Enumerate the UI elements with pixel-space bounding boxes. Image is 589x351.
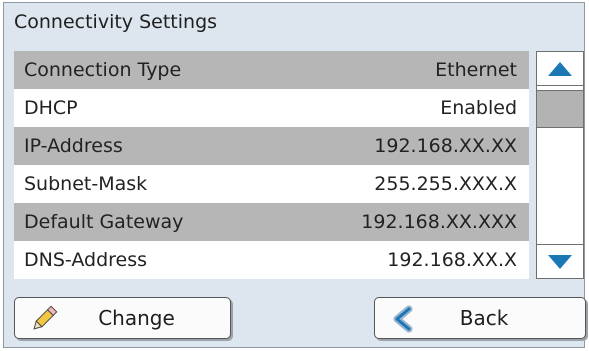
row-value: 192.168.XX.XXX [361, 211, 517, 233]
settings-row-default-gateway[interactable]: Default Gateway 192.168.XX.XXX [14, 203, 529, 241]
settings-row-connection-type[interactable]: Connection Type Ethernet [14, 51, 529, 89]
row-label: IP-Address [24, 135, 123, 157]
connectivity-settings-panel: Connectivity Settings Connection Type Et… [3, 2, 586, 348]
triangle-up-icon [548, 61, 572, 76]
row-value: 255.255.XXX.X [374, 173, 517, 195]
back-button-label: Back [459, 306, 509, 330]
settings-row-dhcp[interactable]: DHCP Enabled [14, 89, 529, 127]
settings-list: Connection Type Ethernet DHCP Enabled IP… [14, 51, 529, 279]
settings-row-dns-address[interactable]: DNS-Address 192.168.XX.X [14, 241, 529, 279]
triangle-down-icon [548, 254, 572, 269]
change-button-label: Change [98, 306, 175, 330]
row-label: DHCP [24, 97, 78, 119]
scroll-down-button[interactable] [537, 244, 583, 278]
change-button[interactable]: Change [14, 297, 231, 339]
settings-row-ip-address[interactable]: IP-Address 192.168.XX.XX [14, 127, 529, 165]
row-label: DNS-Address [24, 249, 148, 271]
scroll-up-button[interactable] [537, 52, 583, 86]
row-value: Ethernet [435, 59, 517, 81]
settings-row-subnet-mask[interactable]: Subnet-Mask 255.255.XXX.X [14, 165, 529, 203]
page-title: Connectivity Settings [14, 11, 218, 33]
row-value: Enabled [440, 97, 517, 119]
scrollbar-thumb[interactable] [537, 90, 583, 128]
row-label: Subnet-Mask [24, 173, 148, 195]
row-label: Default Gateway [24, 211, 184, 233]
scrollbar[interactable] [536, 51, 584, 279]
row-value: 192.168.XX.X [387, 249, 517, 271]
row-label: Connection Type [24, 59, 182, 81]
row-value: 192.168.XX.XX [374, 135, 517, 157]
back-button[interactable]: Back [374, 297, 586, 339]
